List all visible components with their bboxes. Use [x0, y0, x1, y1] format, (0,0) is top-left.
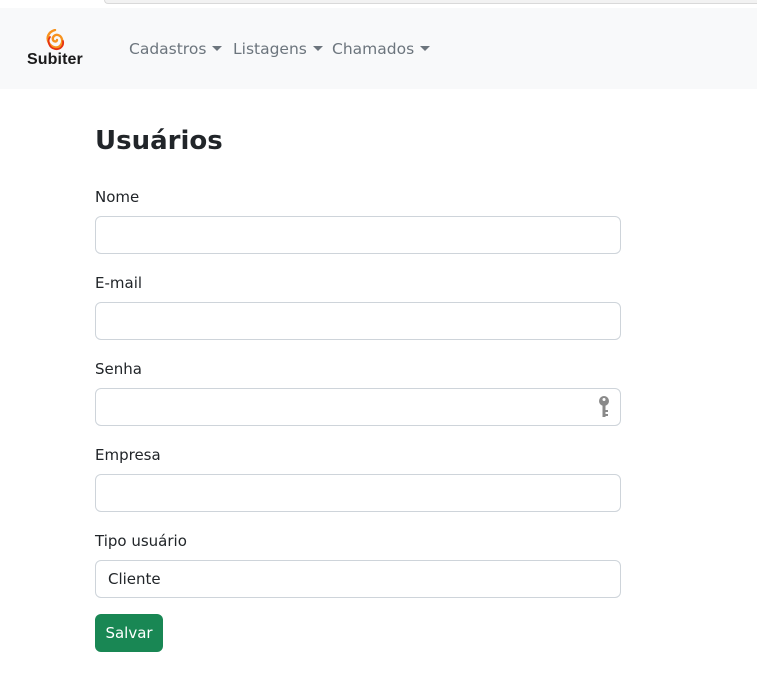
empresa-label: Empresa: [95, 446, 161, 464]
tipo-usuario-label: Tipo usuário: [95, 532, 187, 550]
brand-name: Subiter: [27, 51, 83, 68]
tipo-usuario-select[interactable]: Cliente: [95, 560, 621, 598]
tipo-usuario-selected-value: Cliente: [108, 570, 161, 588]
nav-menu-label: Chamados: [332, 40, 415, 58]
nome-input[interactable]: [95, 216, 621, 254]
senha-label: Senha: [95, 360, 142, 378]
address-bar-edge: [104, 0, 757, 4]
caret-down-icon: [212, 46, 223, 51]
email-label: E-mail: [95, 274, 143, 292]
page-title: Usuários: [95, 126, 223, 156]
browser-top-strip: [0, 0, 757, 8]
save-button[interactable]: Salvar: [95, 614, 163, 652]
password-key-icon[interactable]: [597, 395, 611, 419]
flame-logo-icon: [46, 29, 65, 51]
top-navbar: Subiter Cadastros Listagens Chamados: [0, 8, 757, 89]
caret-down-icon: [312, 46, 323, 51]
caret-down-icon: [420, 46, 431, 51]
nav-menu-label: Cadastros: [129, 40, 207, 58]
nome-label: Nome: [95, 188, 140, 206]
nav-menu-label: Listagens: [233, 40, 307, 58]
senha-input[interactable]: [95, 388, 621, 426]
email-input[interactable]: [95, 302, 621, 340]
nav-menu-chamados[interactable]: Chamados: [332, 40, 431, 58]
nav-menu-listagens[interactable]: Listagens: [233, 40, 323, 58]
empresa-input[interactable]: [95, 474, 621, 512]
nav-menu-cadastros[interactable]: Cadastros: [129, 40, 223, 58]
brand-logo[interactable]: Subiter: [27, 29, 85, 71]
